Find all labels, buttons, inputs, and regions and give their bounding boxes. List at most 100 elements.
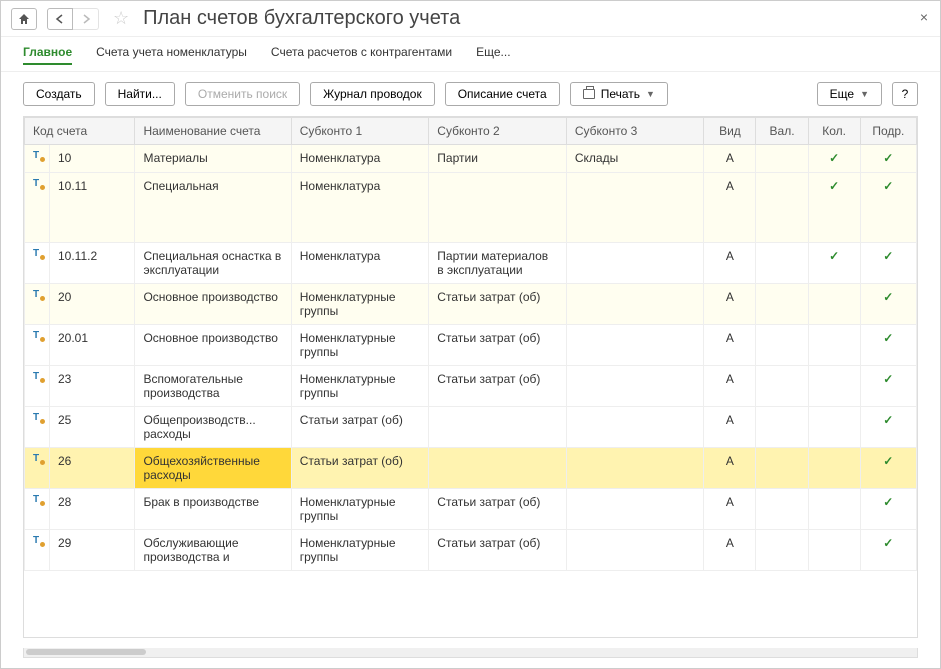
description-button[interactable]: Описание счета <box>445 82 560 106</box>
chevron-down-icon: ▼ <box>860 89 869 99</box>
table-row[interactable]: 10.11СпециальнаяНоменклатураА✓✓ <box>25 173 917 243</box>
table-row[interactable]: 29Обслуживающие производства иНоменклату… <box>25 530 917 571</box>
col-vid[interactable]: Вид <box>704 118 756 145</box>
favorite-star-icon[interactable]: ☆ <box>113 8 129 29</box>
forward-button[interactable] <box>73 8 99 30</box>
cell-sub3 <box>566 489 704 530</box>
tab-main[interactable]: Главное <box>23 45 72 65</box>
create-button[interactable]: Создать <box>23 82 95 106</box>
cell-sub2: Партии материалов в эксплуатации <box>429 243 567 284</box>
cell-sub1: Статьи затрат (об) <box>291 448 429 489</box>
more-button[interactable]: Еще ▼ <box>817 82 882 106</box>
cell-sub1: Номенклатура <box>291 173 429 243</box>
back-button[interactable] <box>47 8 73 30</box>
table-row[interactable]: 28Брак в производствеНоменклатурные груп… <box>25 489 917 530</box>
cell-kol <box>808 448 860 489</box>
col-val[interactable]: Вал. <box>756 118 808 145</box>
account-icon <box>33 536 45 548</box>
cell-kol: ✓ <box>808 243 860 284</box>
cell-vid: А <box>704 407 756 448</box>
table-row[interactable]: 26Общехозяйственные расходыСтатьи затрат… <box>25 448 917 489</box>
home-button[interactable] <box>11 8 37 30</box>
table-row[interactable]: 10МатериалыНоменклатураПартииСкладыА✓✓ <box>25 145 917 173</box>
cell-name: Основное производство <box>135 325 291 366</box>
cell-sub1: Номенклатурные группы <box>291 489 429 530</box>
cell-podr: ✓ <box>860 448 916 489</box>
cell-sub1: Номенклатурные группы <box>291 325 429 366</box>
cell-vid: А <box>704 325 756 366</box>
cell-sub2: Статьи затрат (об) <box>429 530 567 571</box>
table-row[interactable]: 20Основное производствоНоменклатурные гр… <box>25 284 917 325</box>
row-icon-cell <box>25 173 50 243</box>
cell-vid: А <box>704 530 756 571</box>
row-icon-cell <box>25 530 50 571</box>
cell-sub2: Статьи затрат (об) <box>429 489 567 530</box>
tab-more[interactable]: Еще... <box>476 45 510 65</box>
col-sub1[interactable]: Субконто 1 <box>291 118 429 145</box>
cell-sub3 <box>566 530 704 571</box>
more-label: Еще <box>830 87 854 101</box>
table-row[interactable]: 25Общепроизводств... расходыСтатьи затра… <box>25 407 917 448</box>
cell-val <box>756 530 808 571</box>
close-icon[interactable]: × <box>920 9 928 25</box>
cell-val <box>756 325 808 366</box>
cell-code: 23 <box>50 366 135 407</box>
cell-vid: А <box>704 448 756 489</box>
chevron-down-icon: ▼ <box>646 89 655 99</box>
find-button[interactable]: Найти... <box>105 82 175 106</box>
page-title: План счетов бухгалтерского учета <box>143 7 460 30</box>
cell-code: 10 <box>50 145 135 173</box>
cell-sub1: Номенклатурные группы <box>291 530 429 571</box>
col-podr[interactable]: Подр. <box>860 118 916 145</box>
col-sub3[interactable]: Субконто 3 <box>566 118 704 145</box>
cell-val <box>756 243 808 284</box>
col-sub2[interactable]: Субконто 2 <box>429 118 567 145</box>
horizontal-scrollbar[interactable] <box>23 648 918 658</box>
toolbar: Создать Найти... Отменить поиск Журнал п… <box>1 72 940 116</box>
cell-kol: ✓ <box>808 145 860 173</box>
main-window: × ☆ План счетов бухгалтерского учета Гла… <box>0 0 941 669</box>
table-row[interactable]: 10.11.2Специальная оснастка в эксплуатац… <box>25 243 917 284</box>
cell-val <box>756 366 808 407</box>
cell-sub2: Статьи затрат (об) <box>429 284 567 325</box>
journal-button[interactable]: Журнал проводок <box>310 82 435 106</box>
cell-name: Общехозяйственные расходы <box>135 448 291 489</box>
cell-sub3 <box>566 407 704 448</box>
cell-sub1: Номенклатурные группы <box>291 366 429 407</box>
row-icon-cell <box>25 145 50 173</box>
cell-kol <box>808 284 860 325</box>
tab-counterparties[interactable]: Счета расчетов с контрагентами <box>271 45 452 65</box>
cell-kol <box>808 530 860 571</box>
cell-kol <box>808 489 860 530</box>
cell-sub2: Партии <box>429 145 567 173</box>
cell-val <box>756 489 808 530</box>
cell-val <box>756 145 808 173</box>
cell-val <box>756 448 808 489</box>
row-icon-cell <box>25 243 50 284</box>
cell-sub1: Номенклатура <box>291 145 429 173</box>
col-name[interactable]: Наименование счета <box>135 118 291 145</box>
help-button[interactable]: ? <box>892 82 918 106</box>
col-code[interactable]: Код счета <box>25 118 135 145</box>
printer-icon <box>583 89 595 99</box>
cell-podr: ✓ <box>860 489 916 530</box>
cell-sub1: Статьи затрат (об) <box>291 407 429 448</box>
table-row[interactable]: 23Вспомогательные производстваНоменклату… <box>25 366 917 407</box>
cell-sub3 <box>566 284 704 325</box>
cell-sub1: Номенклатурные группы <box>291 284 429 325</box>
cell-name: Материалы <box>135 145 291 173</box>
print-button[interactable]: Печать ▼ <box>570 82 668 106</box>
cell-vid: А <box>704 366 756 407</box>
cell-podr: ✓ <box>860 284 916 325</box>
row-icon-cell <box>25 489 50 530</box>
cell-code: 20.01 <box>50 325 135 366</box>
table-row[interactable]: 20.01Основное производствоНоменклатурные… <box>25 325 917 366</box>
col-kol[interactable]: Кол. <box>808 118 860 145</box>
cell-kol <box>808 366 860 407</box>
cell-name: Вспомогательные производства <box>135 366 291 407</box>
accounts-table-wrap[interactable]: Код счета Наименование счета Субконто 1 … <box>23 116 918 638</box>
account-icon <box>33 495 45 507</box>
tab-nomenclature[interactable]: Счета учета номенклатуры <box>96 45 247 65</box>
cell-name: Специальная оснастка в эксплуатации <box>135 243 291 284</box>
cell-val <box>756 407 808 448</box>
